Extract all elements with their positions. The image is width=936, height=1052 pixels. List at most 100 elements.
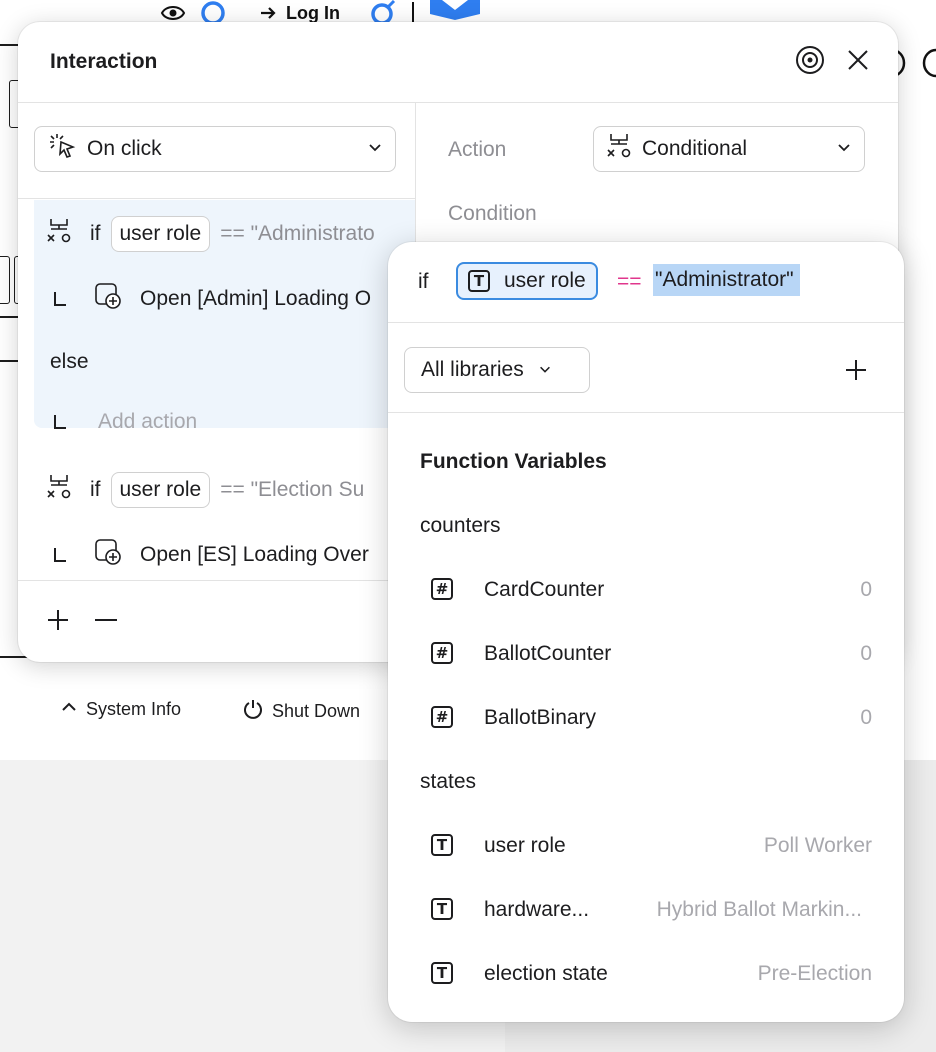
add-variable-button[interactable] — [844, 358, 868, 387]
text-icon: T — [431, 962, 453, 984]
open-overlay-icon — [94, 282, 122, 316]
chevron-down-icon — [538, 358, 552, 382]
variable-pill[interactable]: user role — [110, 472, 211, 508]
variable-name: BallotCounter — [484, 642, 612, 665]
panel-title: Interaction — [50, 50, 158, 73]
expr-value-input[interactable]: "Administrator" — [653, 264, 800, 296]
variable-value: 0 — [860, 642, 872, 665]
system-info-label: System Info — [86, 699, 182, 719]
hash-icon: # — [431, 642, 453, 664]
variable-name: election state — [484, 962, 608, 985]
variable-name: CardCounter — [484, 578, 605, 601]
branch-corner-icon — [54, 292, 66, 306]
frame-line — [0, 316, 20, 318]
condition-label: Condition — [448, 202, 537, 225]
expr-variable-label: user role — [504, 269, 586, 292]
if-keyword: if — [90, 478, 101, 501]
toolbar-divider — [411, 2, 414, 24]
target-button[interactable] — [792, 44, 828, 80]
expr-if-keyword: if — [418, 270, 429, 293]
action-row[interactable]: Open [ES] Loading Over — [54, 538, 369, 572]
variable-name: BallotBinary — [484, 706, 597, 729]
divider — [388, 412, 904, 413]
trigger-column: On click if user role == "Administrato O… — [18, 102, 416, 662]
open-overlay-icon — [94, 538, 122, 572]
remove-rule-button[interactable] — [94, 608, 118, 637]
group-title-states: states — [420, 770, 477, 793]
close-button[interactable] — [840, 44, 876, 80]
branch-corner-icon — [54, 415, 66, 429]
variable-value: Hybrid Ballot Markin... — [656, 898, 862, 921]
hash-icon: # — [431, 706, 453, 728]
variable-name: hardware... — [484, 898, 590, 921]
shut-down-button[interactable]: Shut Down — [242, 698, 360, 725]
text-icon: T — [431, 898, 453, 920]
login-label: Log In — [286, 2, 340, 23]
expr-variable-chip[interactable]: T user role — [456, 262, 598, 300]
minus-icon — [94, 619, 118, 636]
conditional-icon — [46, 217, 72, 251]
condition-expression: if T user role == "Administrator" — [388, 242, 904, 323]
variable-row[interactable]: T hardware... Hybrid Ballot Markin... — [388, 890, 904, 930]
if-keyword: if — [90, 222, 101, 245]
variable-row[interactable]: T user role Poll Worker — [388, 826, 904, 866]
variable-row[interactable]: # CardCounter 0 — [388, 570, 904, 610]
variable-value: 0 — [860, 706, 872, 729]
branch-corner-icon — [54, 548, 66, 562]
variable-row[interactable]: T election state Pre-Election — [388, 954, 904, 994]
trigger-select[interactable]: On click — [34, 126, 396, 172]
plus-icon — [46, 610, 70, 636]
variable-value: Pre-Election — [757, 962, 872, 985]
hash-icon: # — [431, 578, 453, 600]
text-icon: T — [431, 834, 453, 856]
library-select-label: All libraries — [421, 358, 524, 381]
add-rule-button[interactable] — [46, 608, 70, 637]
login-link[interactable]: Log In — [258, 3, 340, 24]
variable-value: Poll Worker — [763, 834, 872, 857]
action-label: Open [ES] Loading Over — [140, 543, 369, 566]
variable-picker-popover: if T user role == "Administrator" All li… — [388, 242, 904, 1022]
close-icon — [846, 48, 870, 77]
frame-line — [0, 44, 20, 46]
chevron-down-icon — [836, 137, 852, 161]
frame-line — [0, 360, 20, 362]
condition-row[interactable]: if user role == "Election Su — [46, 472, 364, 508]
plus-icon — [844, 360, 868, 386]
trigger-label: On click — [87, 137, 162, 160]
else-label: else — [50, 350, 89, 373]
power-icon — [242, 698, 264, 725]
frame-box — [0, 256, 10, 304]
condition-row[interactable]: if user role == "Administrato — [46, 216, 375, 252]
action-label: Open [Admin] Loading O — [140, 287, 372, 310]
conditional-icon — [46, 473, 72, 507]
conditional-icon — [606, 132, 632, 166]
add-action-label: Add action — [98, 410, 198, 433]
click-cursor-icon — [47, 132, 77, 166]
divider — [18, 198, 415, 199]
shut-down-label: Shut Down — [272, 701, 361, 721]
action-label: Action — [448, 138, 507, 161]
panel-header: Interaction — [18, 22, 898, 103]
add-action-row[interactable]: Add action — [54, 410, 197, 434]
action-select[interactable]: Conditional — [593, 126, 865, 172]
variable-pill[interactable]: user role — [110, 216, 211, 252]
variable-value: 0 — [860, 578, 872, 601]
variable-row[interactable]: # BallotBinary 0 — [388, 698, 904, 738]
divider — [18, 580, 415, 581]
expr-operator[interactable]: == — [617, 270, 642, 294]
action-row[interactable]: Open [Admin] Loading O — [54, 282, 371, 316]
chevron-up-icon — [60, 698, 78, 721]
system-info-button[interactable]: System Info — [60, 698, 181, 721]
action-select-label: Conditional — [642, 137, 748, 160]
variable-name: user role — [484, 834, 566, 857]
section-title: Function Variables — [420, 450, 607, 473]
arrow-right-icon — [258, 3, 278, 23]
comparison-text: == "Administrato — [220, 222, 375, 245]
target-icon — [795, 45, 825, 80]
group-title-counters: counters — [420, 514, 501, 537]
library-select[interactable]: All libraries — [404, 347, 590, 393]
variable-row[interactable]: # BallotCounter 0 — [388, 634, 904, 674]
comparison-text: == "Election Su — [220, 478, 365, 501]
text-type-icon: T — [468, 270, 490, 292]
chevron-down-icon — [367, 137, 383, 161]
